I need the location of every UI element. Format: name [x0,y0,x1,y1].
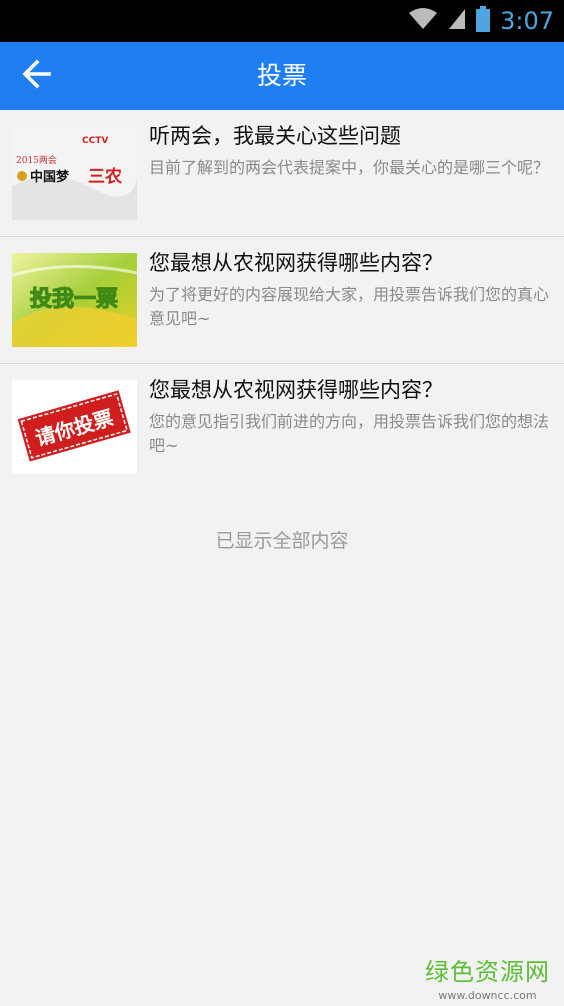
item-description: 目前了解到的两会代表提案中，你最关心的是哪三个呢？ [149,158,550,177]
poll-thumbnail: 请你投票 [12,380,137,474]
battery-icon [476,6,491,36]
item-description: 为了将更好的内容展现给大家，用投票告诉我们您的真心意见吧~ [149,285,550,328]
poll-list: CCTV 2015两会 中国梦 三农 听两会，我最关心这些问题 目前了解到的两会… [0,110,564,486]
thumb-text: 2015两会 [16,154,57,166]
poll-thumbnail: CCTV 2015两会 中国梦 三农 [12,126,137,220]
thumb-text: 三农 [88,166,122,187]
poll-thumbnail: 投我一票 [12,253,137,347]
status-bar: 3:07 [0,0,564,42]
app-bar: 投票 [0,42,564,110]
status-icons: 3:07 [408,0,554,42]
list-item[interactable]: 请你投票 您最想从农视网获得哪些内容？ 您的意见指引我们前进的方向，用投票告诉我… [0,364,564,486]
list-item[interactable]: 投我一票 您最想从农视网获得哪些内容？ 为了将更好的内容展现给大家，用投票告诉我… [0,237,564,364]
signal-icon [448,7,466,35]
item-description: 您的意见指引我们前进的方向，用投票告诉我们您的想法吧~ [149,412,550,455]
item-title: 听两会，我最关心这些问题 [149,124,401,148]
status-time: 3:07 [500,7,554,35]
item-title: 您最想从农视网获得哪些内容？ [149,251,443,275]
watermark: 绿色资源网 www.downcc.com [425,952,550,1002]
item-title: 您最想从农视网获得哪些内容？ [149,378,443,402]
list-item[interactable]: CCTV 2015两会 中国梦 三农 听两会，我最关心这些问题 目前了解到的两会… [0,110,564,237]
list-end-note: 已显示全部内容 [215,530,349,552]
watermark-sub: www.downcc.com [438,989,537,1002]
thumb-text: CCTV [82,136,108,146]
wifi-icon [408,7,438,35]
watermark-main: 绿色资源网 [425,958,550,986]
page-title: 投票 [256,61,307,90]
thumb-text: 投我一票 [30,287,118,312]
thumb-text: 中国梦 [30,169,70,185]
